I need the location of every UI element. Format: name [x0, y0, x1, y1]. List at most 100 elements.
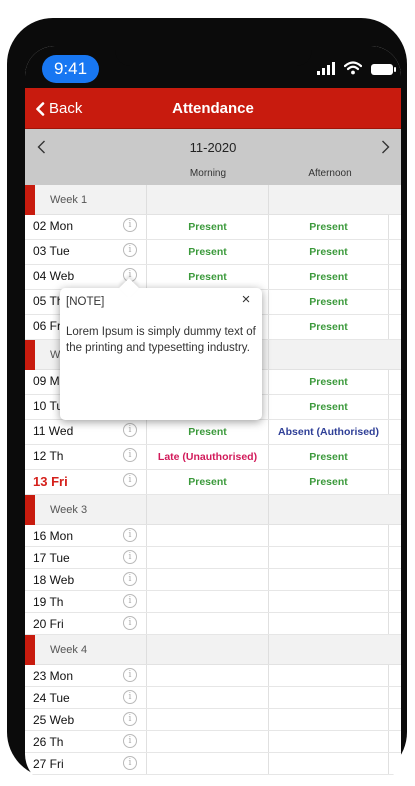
- day-row: 11 Wed i Present Absent (Authorised): [25, 420, 401, 445]
- morning-status: [146, 731, 268, 752]
- screen: 9:41 Back Attendance 11-2020 Morning Aft…: [25, 46, 401, 786]
- column-header-afternoon: Afternoon: [308, 168, 352, 179]
- info-icon[interactable]: i: [123, 473, 137, 487]
- afternoon-status: [268, 591, 389, 612]
- day-row: 27 Fri i: [25, 753, 401, 775]
- month-label: 11-2020: [189, 140, 237, 155]
- day-label: 19 Th: [33, 595, 64, 609]
- day-row: 17 Tue i: [25, 547, 401, 569]
- info-icon[interactable]: i: [123, 690, 137, 704]
- wifi-icon: [344, 61, 362, 75]
- info-icon[interactable]: i: [123, 448, 137, 462]
- afternoon-status: [268, 613, 389, 634]
- status-time: 9:41: [42, 55, 99, 83]
- day-row: 18 Web i: [25, 569, 401, 591]
- next-month-button[interactable]: [375, 137, 395, 157]
- column-divider: [268, 340, 269, 369]
- morning-status: Present: [146, 470, 268, 494]
- week-label: W: [50, 349, 61, 361]
- morning-status: [146, 665, 268, 686]
- morning-status: Present: [146, 215, 268, 239]
- day-row: 25 Web i: [25, 709, 401, 731]
- day-label: 24 Tue: [33, 691, 70, 705]
- morning-status: Present: [146, 420, 268, 444]
- info-icon[interactable]: i: [123, 616, 137, 630]
- status-icons: [317, 59, 396, 75]
- day-row: 03 Tue i Present Present: [25, 240, 401, 265]
- afternoon-status: [268, 709, 389, 730]
- day-label: 13 Fri: [33, 474, 68, 489]
- morning-status: Present: [146, 240, 268, 264]
- day-label: 16 Mon: [33, 529, 74, 543]
- day-row: 19 Th i: [25, 591, 401, 613]
- close-icon[interactable]: ×: [238, 292, 254, 308]
- day-label: 25 Web: [33, 713, 75, 727]
- note-popup-title: [NOTE]: [66, 296, 105, 308]
- morning-status: Late (Unauthorised): [146, 445, 268, 469]
- chevron-right-icon: [381, 140, 389, 154]
- day-row: 16 Mon i: [25, 525, 401, 547]
- column-divider: [146, 635, 147, 664]
- morning-status: [146, 591, 268, 612]
- signal-icon: [317, 61, 335, 75]
- day-row: 26 Th i: [25, 731, 401, 753]
- day-label: 06 Fr: [33, 319, 62, 333]
- day-label: 26 Th: [33, 735, 64, 749]
- app-header: Back Attendance: [25, 88, 401, 129]
- morning-status: [146, 753, 268, 774]
- afternoon-status: Present: [268, 240, 389, 264]
- info-icon[interactable]: i: [123, 572, 137, 586]
- week-label: Week 3: [50, 504, 88, 516]
- week-marker: [25, 185, 35, 215]
- morning-status: [146, 613, 268, 634]
- info-icon[interactable]: i: [123, 668, 137, 682]
- week-header: Week 4: [25, 635, 401, 665]
- afternoon-status: Present: [268, 215, 389, 239]
- day-row: 04 Web i Present Present: [25, 265, 401, 290]
- day-label: 18 Web: [33, 573, 75, 587]
- afternoon-status: Present: [268, 290, 389, 314]
- month-navigation: 11-2020 Morning Afternoon: [25, 129, 401, 185]
- week-marker: [25, 340, 35, 370]
- phone-frame: 9:41 Back Attendance 11-2020 Morning Aft…: [7, 18, 407, 786]
- info-icon[interactable]: i: [123, 712, 137, 726]
- day-label: 11 Wed: [33, 424, 74, 438]
- column-header-morning: Morning: [189, 168, 227, 179]
- day-label: 12 Th: [33, 449, 64, 463]
- afternoon-status: [268, 665, 389, 686]
- week-label: Week 1: [50, 194, 88, 206]
- morning-status: [146, 709, 268, 730]
- day-label: 20 Fri: [33, 617, 64, 631]
- column-divider: [146, 185, 147, 214]
- afternoon-status: [268, 687, 389, 708]
- afternoon-status: [268, 525, 389, 546]
- info-icon[interactable]: i: [123, 528, 137, 542]
- info-icon[interactable]: i: [123, 218, 137, 232]
- week-marker: [25, 635, 35, 665]
- week-header: Week 3: [25, 495, 401, 525]
- info-icon[interactable]: i: [123, 423, 137, 437]
- day-label: 17 Tue: [33, 551, 70, 565]
- afternoon-status: Present: [268, 470, 389, 494]
- back-button[interactable]: Back: [35, 88, 82, 129]
- info-icon[interactable]: i: [123, 243, 137, 257]
- day-label: 09 M: [33, 374, 60, 388]
- battery-icon: [371, 64, 396, 75]
- status-bar: 9:41: [25, 46, 401, 88]
- day-row: 24 Tue i: [25, 687, 401, 709]
- day-row: 12 Th i Late (Unauthorised) Present: [25, 445, 401, 470]
- afternoon-status: Present: [268, 315, 389, 339]
- info-icon[interactable]: i: [123, 594, 137, 608]
- week-label: Week 4: [50, 644, 88, 656]
- afternoon-status: [268, 547, 389, 568]
- week-marker: [25, 495, 35, 525]
- day-label: 05 Th: [33, 294, 64, 308]
- attendance-table: Week 1 02 Mon i Present Present 03 Tue i Presen…: [25, 185, 401, 775]
- day-label: 02 Mon: [33, 219, 74, 233]
- info-icon[interactable]: i: [123, 756, 137, 770]
- column-divider: [146, 495, 147, 524]
- info-icon[interactable]: i: [123, 550, 137, 564]
- info-icon[interactable]: i: [123, 734, 137, 748]
- note-popup-body: Lorem Ipsum is simply dummy text of the …: [66, 326, 256, 354]
- afternoon-status: Present: [268, 265, 389, 289]
